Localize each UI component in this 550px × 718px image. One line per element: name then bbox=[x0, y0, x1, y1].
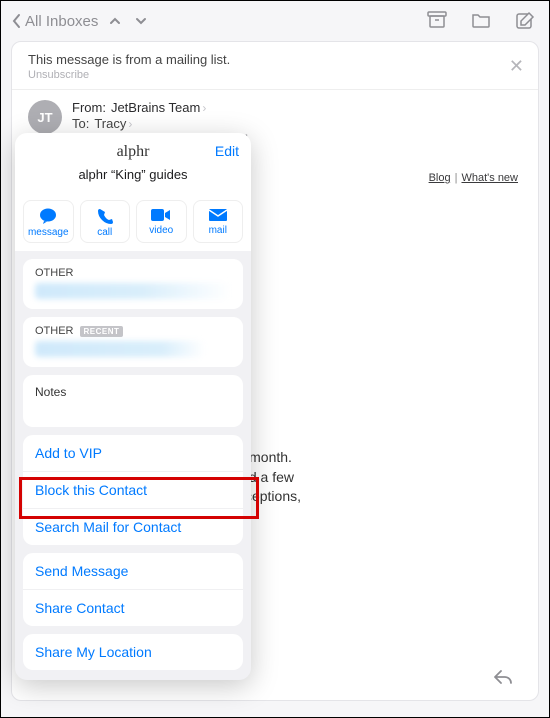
send-message-button[interactable]: Send Message bbox=[23, 553, 243, 589]
call-action[interactable]: call bbox=[80, 200, 131, 243]
edit-button[interactable]: Edit bbox=[215, 143, 239, 159]
compose-icon[interactable] bbox=[515, 11, 535, 31]
chevron-left-icon bbox=[11, 13, 21, 29]
contact-name: alphr “King” guides bbox=[27, 167, 239, 182]
video-action[interactable]: video bbox=[136, 200, 187, 243]
mail-icon bbox=[208, 207, 228, 223]
share-location-button[interactable]: Share My Location bbox=[23, 634, 243, 670]
unsubscribe-link[interactable]: Unsubscribe bbox=[28, 69, 522, 81]
field-label-other-recent: OTHER RECENT bbox=[23, 317, 243, 339]
back-button[interactable]: All Inboxes bbox=[11, 13, 152, 30]
from-label: From: bbox=[72, 100, 106, 115]
message-action[interactable]: message bbox=[23, 200, 74, 243]
reply-icon[interactable] bbox=[492, 667, 514, 690]
message-icon bbox=[38, 207, 58, 225]
redacted-value[interactable] bbox=[35, 283, 231, 299]
avatar[interactable]: JT bbox=[28, 100, 62, 134]
whats-new-link[interactable]: What's new bbox=[461, 172, 518, 184]
to-label: To: bbox=[72, 116, 89, 131]
redacted-value[interactable] bbox=[35, 341, 205, 357]
mail-toolbar: All Inboxes bbox=[1, 1, 549, 41]
back-label: All Inboxes bbox=[25, 13, 98, 30]
share-contact-button[interactable]: Share Contact bbox=[23, 589, 243, 626]
search-mail-button[interactable]: Search Mail for Contact bbox=[23, 508, 243, 545]
chevron-down-icon[interactable] bbox=[134, 14, 148, 28]
from-name[interactable]: JetBrains Team bbox=[111, 100, 200, 115]
chevron-right-icon: › bbox=[128, 117, 132, 131]
chevron-up-icon[interactable] bbox=[108, 14, 122, 28]
add-to-vip-button[interactable]: Add to VIP bbox=[23, 435, 243, 471]
to-name[interactable]: Tracy bbox=[94, 116, 126, 131]
video-icon bbox=[150, 207, 172, 223]
contact-logo: alphr bbox=[27, 143, 239, 161]
mailing-list-banner: This message is from a mailing list. Uns… bbox=[12, 42, 538, 90]
contact-card-popover: alphr Edit alphr “King” guides message c… bbox=[15, 133, 251, 680]
close-icon[interactable]: ✕ bbox=[509, 56, 524, 77]
blog-link[interactable]: Blog bbox=[429, 172, 451, 184]
archive-icon[interactable] bbox=[427, 11, 447, 29]
mail-action[interactable]: mail bbox=[193, 200, 244, 243]
notes-field[interactable]: Notes bbox=[23, 375, 243, 427]
phone-icon bbox=[96, 207, 114, 225]
block-contact-button[interactable]: Block this Contact bbox=[23, 471, 243, 508]
folder-icon[interactable] bbox=[471, 11, 491, 29]
recent-badge: RECENT bbox=[80, 326, 124, 337]
chevron-right-icon: › bbox=[202, 101, 206, 115]
banner-text: This message is from a mailing list. bbox=[28, 52, 522, 67]
field-label-other: OTHER bbox=[23, 259, 243, 281]
